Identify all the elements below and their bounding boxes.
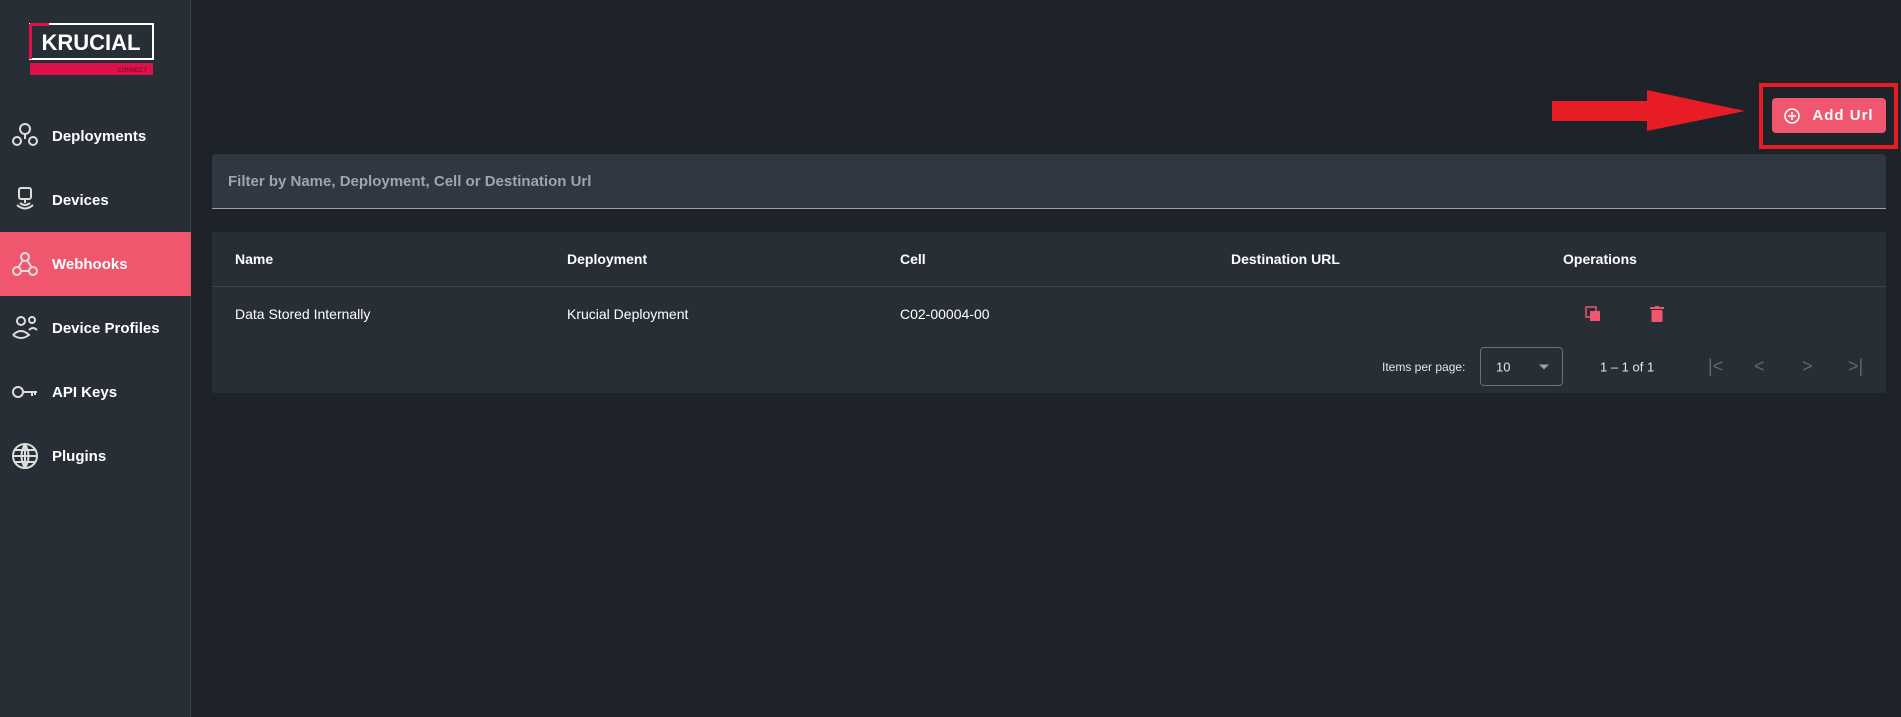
range-label: 1 – 1 of 1 bbox=[1600, 359, 1655, 374]
sidebar-item-devices[interactable]: Devices bbox=[0, 168, 191, 232]
sidebar-item-webhooks[interactable]: Webhooks bbox=[0, 232, 191, 296]
delete-icon[interactable] bbox=[1650, 305, 1664, 322]
webhooks-table: Name Deployment Cell Destination URL Ope… bbox=[212, 232, 1886, 393]
col-deployment[interactable]: Deployment bbox=[567, 251, 647, 267]
krucial-logo: KRUCIAL CONNECT bbox=[29, 23, 154, 75]
sidebar-item-deployments[interactable]: Deployments bbox=[0, 104, 191, 168]
webhook-icon bbox=[10, 249, 40, 279]
col-cell[interactable]: Cell bbox=[900, 251, 926, 267]
device-signal-icon bbox=[10, 185, 40, 215]
annotation-arrow bbox=[1552, 90, 1745, 131]
dropdown-arrow-icon bbox=[1539, 364, 1549, 369]
sidebar-item-api-keys[interactable]: API Keys bbox=[0, 360, 191, 424]
filter-input[interactable]: Filter by Name, Deployment, Cell or Dest… bbox=[212, 154, 1886, 209]
last-page-icon[interactable]: >| bbox=[1848, 356, 1863, 377]
col-destination[interactable]: Destination URL bbox=[1231, 251, 1340, 267]
prev-page-icon[interactable]: < bbox=[1754, 356, 1765, 377]
plus-circle-icon bbox=[1784, 107, 1801, 124]
globe-icon bbox=[10, 441, 40, 471]
key-icon bbox=[10, 377, 40, 407]
svg-text:CONNECT: CONNECT bbox=[117, 68, 147, 74]
table-row: Data Stored Internally Krucial Deploymen… bbox=[212, 287, 1886, 340]
page-size-value: 10 bbox=[1496, 359, 1511, 374]
cell-deployment: Krucial Deployment bbox=[567, 305, 689, 322]
sidebar-item-label: API Keys bbox=[52, 383, 118, 401]
sidebar-item-label: Plugins bbox=[52, 447, 107, 465]
paginator: Items per page: 10 1 – 1 of 1 |< < > >| bbox=[212, 340, 1886, 393]
sidebar-item-label: Deployments bbox=[52, 127, 147, 145]
table-header: Name Deployment Cell Destination URL Ope… bbox=[212, 232, 1886, 287]
sidebar-item-device-profiles[interactable]: Device Profiles bbox=[0, 296, 191, 360]
users-icon bbox=[10, 313, 40, 343]
first-page-icon[interactable]: |< bbox=[1708, 356, 1723, 377]
page-size-select[interactable]: 10 bbox=[1480, 347, 1563, 386]
copy-icon[interactable] bbox=[1585, 305, 1601, 322]
add-url-button[interactable]: Add Url bbox=[1772, 98, 1886, 133]
col-name[interactable]: Name bbox=[235, 251, 273, 267]
sidebar: KRUCIAL CONNECT Deployments Devices Webhoo… bbox=[0, 0, 191, 717]
items-per-page-label: Items per page: bbox=[1382, 359, 1466, 374]
sidebar-item-label: Device Profiles bbox=[52, 319, 160, 337]
svg-text:KRUCIAL: KRUCIAL bbox=[42, 30, 141, 55]
sidebar-item-plugins[interactable]: Plugins bbox=[0, 424, 191, 488]
cell-name: Data Stored Internally bbox=[235, 305, 371, 322]
cell-cell: C02-00004-00 bbox=[900, 305, 990, 322]
next-page-icon[interactable]: > bbox=[1802, 356, 1813, 377]
sidebar-item-label: Webhooks bbox=[52, 255, 128, 273]
add-url-label: Add Url bbox=[1812, 107, 1874, 124]
sidebar-item-label: Devices bbox=[52, 191, 109, 209]
map-pins-icon bbox=[10, 121, 40, 151]
col-operations: Operations bbox=[1563, 251, 1637, 267]
